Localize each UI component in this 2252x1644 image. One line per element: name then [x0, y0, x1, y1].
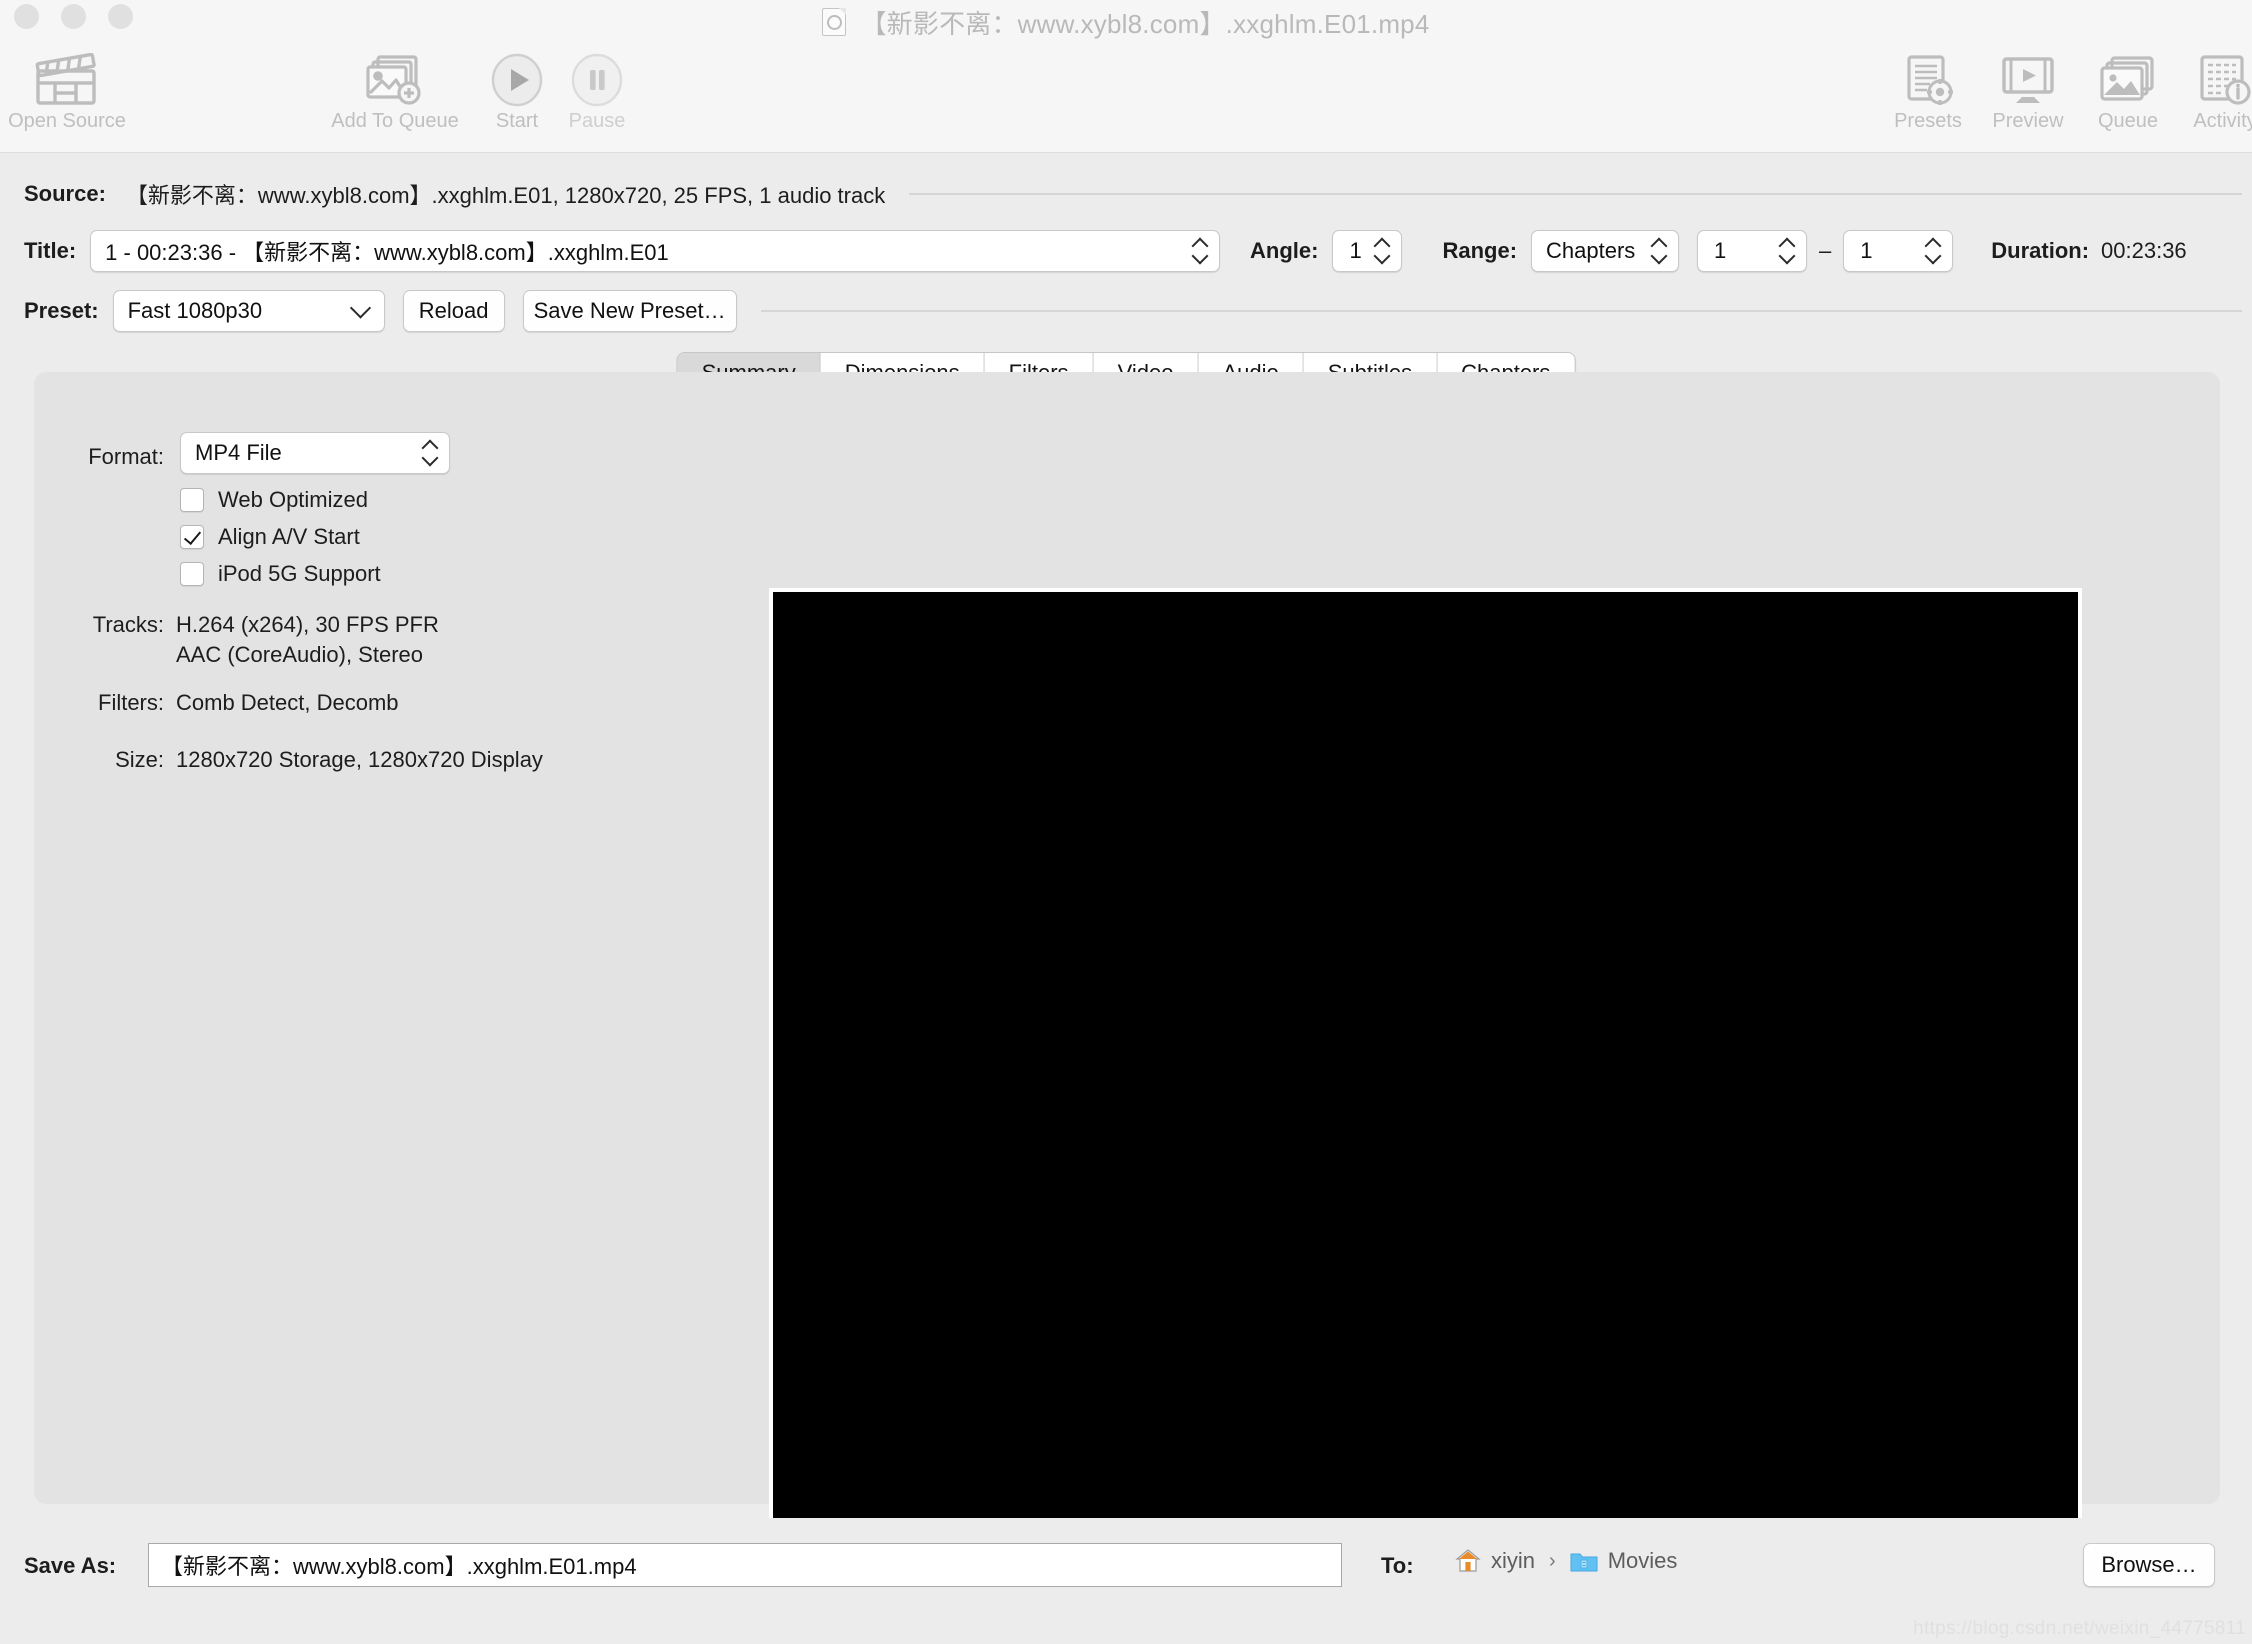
toolbar-open-source-label: Open Source	[8, 110, 126, 133]
browse-button[interactable]: Browse…	[2083, 1543, 2215, 1587]
to-label: To:	[1381, 1553, 1414, 1579]
main-toolbar: Open Source A	[0, 44, 2252, 153]
folder-icon	[1570, 1550, 1598, 1573]
title-dropdown[interactable]: 1 - 00:23:36 - 【新影不离：www.xybl8.com】.xxgh…	[90, 230, 1220, 272]
chevron-updown-icon	[1192, 238, 1208, 264]
save-new-preset-button[interactable]: Save New Preset…	[523, 290, 737, 332]
queue-stack-icon	[2098, 52, 2158, 108]
range-type-dropdown[interactable]: Chapters	[1531, 230, 1679, 272]
range-label: Range:	[1442, 238, 1517, 264]
range-end-value: 1	[1844, 238, 1872, 264]
web-optimized-checkbox[interactable]	[180, 488, 204, 512]
source-label: Source:	[24, 181, 106, 207]
chevron-updown-icon	[422, 440, 438, 466]
range-type-value: Chapters	[1532, 238, 1635, 264]
document-preview-icon	[822, 8, 846, 36]
size-value: 1280x720 Storage, 1280x720 Display	[176, 747, 543, 773]
chevron-updown-icon	[1651, 238, 1667, 264]
web-optimized-row[interactable]: Web Optimized	[180, 487, 368, 513]
preview-monitor-icon	[1998, 52, 2058, 108]
web-optimized-label: Web Optimized	[218, 487, 368, 513]
toolbar-activity-label: Activity	[2193, 110, 2252, 133]
window-controls	[14, 4, 133, 29]
summary-panel: Format: MP4 File Web Optimized Align A/V…	[34, 372, 2220, 1504]
angle-label: Angle:	[1250, 238, 1318, 264]
chevron-updown-icon	[1925, 238, 1941, 264]
format-label: Format:	[54, 444, 164, 470]
toolbar-open-source[interactable]: Open Source	[0, 52, 142, 133]
toolbar-pause-label: Pause	[569, 110, 626, 133]
size-label: Size:	[54, 747, 164, 773]
destination-breadcrumb: xiyin › Movies	[1455, 1548, 1677, 1574]
format-dropdown[interactable]: MP4 File	[180, 432, 450, 474]
path-separator-icon: ›	[1549, 1550, 1556, 1573]
chevron-updown-icon	[1374, 238, 1390, 264]
angle-range-duration-group: Angle: 1 Range: Chapters 1 – 1 Duration:…	[1250, 228, 2187, 274]
toolbar-add-to-queue-label: Add To Queue	[331, 110, 459, 133]
align-av-start-checkbox[interactable]	[180, 525, 204, 549]
chevron-updown-icon	[1779, 238, 1795, 264]
angle-stepper[interactable]: 1	[1332, 230, 1402, 272]
source-divider	[909, 193, 2242, 195]
handbrake-window: 【新影不离：www.xybl8.com】.xxghlm.E01.mp4	[0, 0, 2252, 1644]
activity-log-icon	[2196, 52, 2252, 108]
range-start-value: 1	[1698, 238, 1726, 264]
window-title-group: 【新影不离：www.xybl8.com】.xxghlm.E01.mp4	[0, 0, 2252, 44]
source-value: 【新影不离：www.xybl8.com】.xxghlm.E01, 1280x72…	[126, 178, 885, 210]
filters-label: Filters:	[54, 690, 164, 716]
path-folder-label[interactable]: Movies	[1608, 1548, 1678, 1574]
save-as-label: Save As:	[24, 1553, 116, 1579]
close-button[interactable]	[14, 4, 39, 29]
tracks-label: Tracks:	[54, 612, 164, 638]
ipod-5g-support-row[interactable]: iPod 5G Support	[180, 561, 381, 587]
preset-dropdown-value: Fast 1080p30	[114, 298, 263, 324]
pause-icon	[568, 52, 626, 108]
tracks-audio-value: AAC (CoreAudio), Stereo	[176, 642, 423, 668]
toolbar-pause[interactable]: Pause	[522, 52, 672, 133]
presets-icon	[1900, 52, 1956, 108]
save-as-input[interactable]: 【新影不离：www.xybl8.com】.xxghlm.E01.mp4	[148, 1543, 1342, 1587]
chevron-down-icon	[349, 297, 370, 318]
toolbar-presets-label: Presets	[1894, 110, 1962, 133]
title-dropdown-value: 1 - 00:23:36 - 【新影不离：www.xybl8.com】.xxgh…	[91, 235, 669, 267]
preset-divider	[761, 310, 2242, 312]
toolbar-activity[interactable]: Activity	[2150, 52, 2252, 133]
align-av-start-label: Align A/V Start	[218, 524, 360, 550]
preset-row: Preset: Fast 1080p30 Reload Save New Pre…	[0, 288, 2252, 334]
format-value: MP4 File	[181, 440, 282, 466]
duration-value: 00:23:36	[2101, 238, 2187, 264]
filters-value: Comb Detect, Decomb	[176, 690, 399, 716]
watermark-text: https://blog.csdn.net/weixin_44775811	[1913, 1618, 2246, 1640]
preset-dropdown[interactable]: Fast 1080p30	[113, 290, 385, 332]
window-title: 【新影不离：www.xybl8.com】.xxghlm.E01.mp4	[860, 4, 1429, 41]
destination-bar: Save As: 【新影不离：www.xybl8.com】.xxghlm.E01…	[0, 1518, 2252, 1644]
ipod-5g-support-label: iPod 5G Support	[218, 561, 381, 587]
zoom-button[interactable]	[108, 4, 133, 29]
angle-value: 1	[1333, 238, 1361, 264]
clapperboard-icon	[33, 52, 101, 108]
range-end-stepper[interactable]: 1	[1843, 230, 1953, 272]
reload-button[interactable]: Reload	[403, 290, 505, 332]
title-label: Title:	[24, 238, 76, 264]
window-titlebar: 【新影不离：www.xybl8.com】.xxghlm.E01.mp4	[0, 0, 2252, 44]
range-start-stepper[interactable]: 1	[1697, 230, 1807, 272]
minimize-button[interactable]	[61, 4, 86, 29]
source-row: Source: 【新影不离：www.xybl8.com】.xxghlm.E01,…	[0, 172, 2252, 216]
align-av-start-row[interactable]: Align A/V Start	[180, 524, 360, 550]
duration-label: Duration:	[1991, 238, 2089, 264]
path-home-label[interactable]: xiyin	[1491, 1548, 1535, 1574]
preview-thumbnail[interactable]	[769, 588, 2082, 1644]
preset-label: Preset:	[24, 298, 99, 324]
home-icon	[1455, 1548, 1481, 1574]
preview-image	[773, 592, 2078, 1644]
range-dash: –	[1819, 238, 1831, 264]
add-image-icon	[365, 52, 425, 108]
tracks-video-value: H.264 (x264), 30 FPS PFR	[176, 612, 439, 638]
ipod-5g-support-checkbox[interactable]	[180, 562, 204, 586]
